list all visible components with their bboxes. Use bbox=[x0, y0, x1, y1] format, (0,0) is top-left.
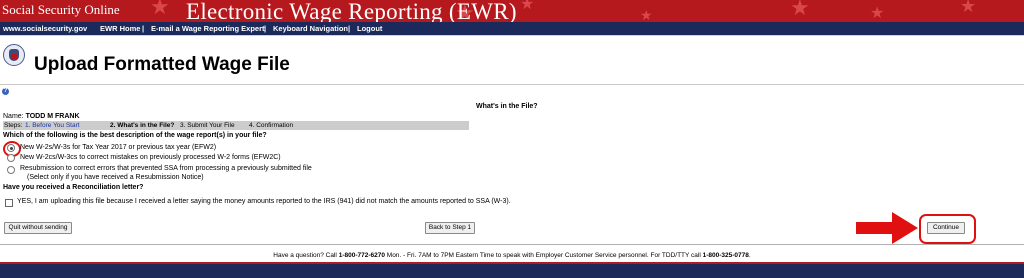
user-name: Name: TODD M FRANK bbox=[3, 113, 80, 120]
step-2-current: 2. What's in the File? bbox=[110, 122, 175, 129]
footer-phone: 1-800-772-6270 bbox=[338, 252, 385, 259]
step-4: 4. Confirmation bbox=[249, 122, 294, 129]
continue-button[interactable]: Continue bbox=[927, 222, 965, 234]
name-label: Name: bbox=[3, 113, 24, 120]
page-title: Upload Formatted Wage File bbox=[34, 54, 290, 75]
nav-keyboard-navigation[interactable]: Keyboard Navigation bbox=[273, 22, 348, 35]
question-reconciliation: Have you received a Reconciliation lette… bbox=[3, 184, 144, 191]
star-icon: ★ bbox=[870, 5, 885, 22]
divider bbox=[0, 244, 1024, 245]
star-icon: ★ bbox=[640, 7, 653, 22]
steps-label: Steps: bbox=[4, 122, 23, 129]
option-resubmission-label: Resubmission to correct errors that prev… bbox=[20, 165, 312, 172]
nav-site-link[interactable]: www.socialsecurity.gov bbox=[3, 22, 87, 35]
app-title: Electronic Wage Reporting (EWR) bbox=[186, 0, 517, 22]
arrow-right-icon bbox=[856, 212, 918, 244]
reconciliation-checkbox-label: YES, I am uploading this file because I … bbox=[17, 198, 511, 205]
divider bbox=[0, 84, 1024, 85]
site-name: Social Security Online bbox=[2, 2, 120, 17]
top-nav: www.socialsecurity.gov EWR Home | E-mail… bbox=[0, 22, 1024, 35]
help-icon[interactable]: ? bbox=[2, 88, 9, 95]
footer-tty: 1-800-325-0778 bbox=[702, 252, 749, 259]
footer-mid: Mon. - Fri. 7AM to 7PM Eastern Time to s… bbox=[386, 252, 701, 259]
divider bbox=[0, 35, 1024, 36]
footer-help-text: Have a question? Call 1-800-772-6270 Mon… bbox=[0, 252, 1024, 259]
nav-email-expert[interactable]: E-mail a Wage Reporting Expert bbox=[151, 22, 265, 35]
footer-bar bbox=[0, 262, 1024, 278]
back-to-step-1-button[interactable]: Back to Step 1 bbox=[425, 222, 475, 234]
step-1-link[interactable]: 1. Before You Start bbox=[25, 121, 80, 130]
question-report-type: Which of the following is the best descr… bbox=[3, 132, 267, 139]
section-heading: What's in the File? bbox=[476, 103, 538, 110]
nav-logout[interactable]: Logout bbox=[357, 22, 382, 35]
option-efw2-label: New W-2s/W-3s for Tax Year 2017 or previ… bbox=[20, 144, 217, 151]
ssa-seal-logo bbox=[3, 44, 25, 66]
name-value: TODD M FRANK bbox=[25, 113, 80, 120]
nav-separator: | bbox=[348, 24, 351, 33]
nav-ewr-home[interactable]: EWR Home bbox=[100, 22, 140, 35]
radio-efw2c[interactable] bbox=[7, 154, 15, 162]
nav-separator: | bbox=[142, 24, 145, 33]
shield-icon bbox=[11, 54, 17, 60]
reconciliation-checkbox[interactable] bbox=[5, 199, 13, 207]
footer-end: . bbox=[748, 252, 751, 259]
option-resubmission-note: (Select only if you have received a Resu… bbox=[27, 174, 204, 181]
option-efw2c-label: New W-2cs/W-3cs to correct mistakes on p… bbox=[20, 154, 281, 161]
header-banner: ★ ★ ★ ★ ★ ★ ★ Social Security Online Ele… bbox=[0, 0, 1024, 22]
nav-separator: | bbox=[264, 24, 267, 33]
steps-bar: Steps: 1. Before You Start 2. What's in … bbox=[3, 121, 469, 130]
quit-without-sending-button[interactable]: Quit without sending bbox=[4, 222, 72, 234]
radio-resubmission[interactable] bbox=[7, 166, 15, 174]
star-icon: ★ bbox=[150, 0, 170, 19]
footer-pre: Have a question? Call bbox=[273, 252, 337, 259]
step-3: 3. Submit Your File bbox=[180, 122, 235, 129]
star-icon: ★ bbox=[790, 0, 810, 20]
star-icon: ★ bbox=[960, 0, 977, 16]
footer-stripe bbox=[0, 262, 1024, 264]
star-icon: ★ bbox=[520, 0, 535, 13]
